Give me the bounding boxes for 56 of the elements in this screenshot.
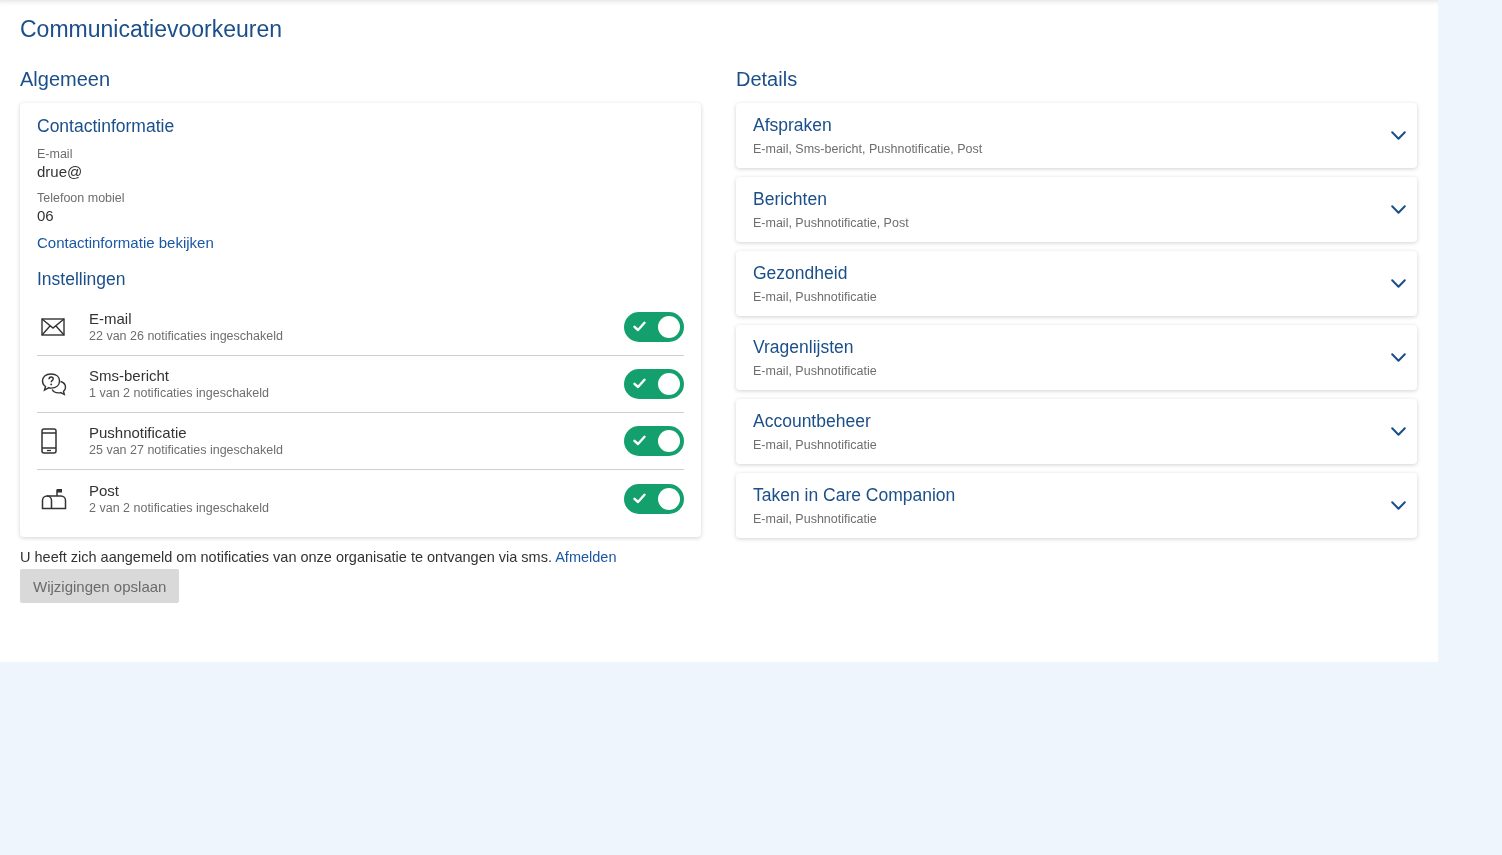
section-heading: Algemeen (20, 67, 111, 91)
mailbox-icon (41, 487, 67, 510)
contact-info-link[interactable]: Contactinformatie bekijken (37, 233, 214, 253)
section-heading: Details (736, 67, 798, 91)
category-title: Afspraken (753, 113, 832, 136)
check-icon (633, 378, 646, 389)
unsubscribe-link[interactable]: Afmelden (555, 549, 617, 565)
chevron-down-icon (1391, 427, 1406, 436)
channel-list: E-mail, Pushnotificatie (753, 362, 877, 379)
chevron-down-icon (1391, 279, 1406, 288)
channel-name: Pushnotificatie (89, 423, 187, 442)
check-icon (633, 492, 646, 504)
category-title: Taken in Care Companion (753, 483, 956, 506)
field-value: drue@ (37, 162, 83, 182)
channel-summary: 22 van 26 notificaties ingeschakeld (89, 328, 283, 345)
field-label: E-mail (37, 146, 73, 162)
card-heading: Instellingen (37, 268, 126, 290)
accordion-header[interactable]: Afspraken E-mail, Sms-bericht, Pushnotificatie, Post (736, 103, 1417, 168)
channel-list: E-mail, Pushnotificatie (753, 288, 877, 305)
toggle-switch[interactable] (624, 312, 684, 342)
chevron-down-icon (1391, 353, 1406, 362)
accordion-header[interactable]: Accountbeheer E-mail, Pushnotificatie (736, 399, 1417, 464)
toggle-switch[interactable] (624, 369, 684, 399)
accordion-header[interactable]: Gezondheid E-mail, Pushnotificatie (736, 251, 1417, 316)
channel-summary: 1 van 2 notificaties ingeschakeld (89, 385, 269, 402)
mobile-phone-icon (41, 428, 57, 454)
check-icon (633, 321, 646, 332)
channel-name: Post (89, 480, 119, 500)
chat-question-icon (41, 371, 67, 397)
check-icon (633, 435, 646, 446)
accordion-header[interactable]: Vragenlijsten E-mail, Pushnotificatie (736, 325, 1417, 390)
accordion-header[interactable]: Taken in Care Companion E-mail, Pushnotificatie (736, 473, 1417, 538)
channel-summary: 2 van 2 notificaties ingeschakeld (89, 499, 269, 517)
chevron-down-icon (1391, 205, 1406, 214)
sms-notice-text: U heeft zich aangemeld om notificaties van onze organisatie te ontvangen via sms. Afmelden (20, 548, 617, 567)
card-heading: Contactinformatie (37, 115, 175, 137)
channel-list: E-mail, Pushnotificatie (753, 510, 877, 527)
channel-name: E-mail (89, 309, 132, 328)
channel-list: E-mail, Pushnotificatie, Post (753, 214, 909, 231)
toggle-switch[interactable] (624, 483, 684, 514)
page-title: Communicatievoorkeuren (20, 15, 283, 43)
field-label: Telefoon mobiel (37, 190, 125, 206)
category-title: Vragenlijsten (753, 335, 854, 358)
chevron-down-icon (1391, 131, 1406, 140)
category-title: Gezondheid (753, 261, 848, 284)
channel-summary: 25 van 27 notificaties ingeschakeld (89, 442, 283, 459)
category-title: Berichten (753, 187, 827, 210)
accordion-header[interactable]: Berichten E-mail, Pushnotificatie, Post (736, 177, 1417, 242)
chevron-down-icon (1391, 501, 1406, 510)
toggle-switch[interactable] (624, 426, 684, 456)
channel-list: E-mail, Pushnotificatie (753, 436, 877, 453)
category-title: Accountbeheer (753, 409, 871, 432)
field-value: 06 (37, 206, 54, 226)
envelope-icon (41, 318, 65, 336)
channel-name: Sms-bericht (89, 366, 170, 385)
channel-list: E-mail, Sms-bericht, Pushnotificatie, Post (753, 140, 983, 157)
